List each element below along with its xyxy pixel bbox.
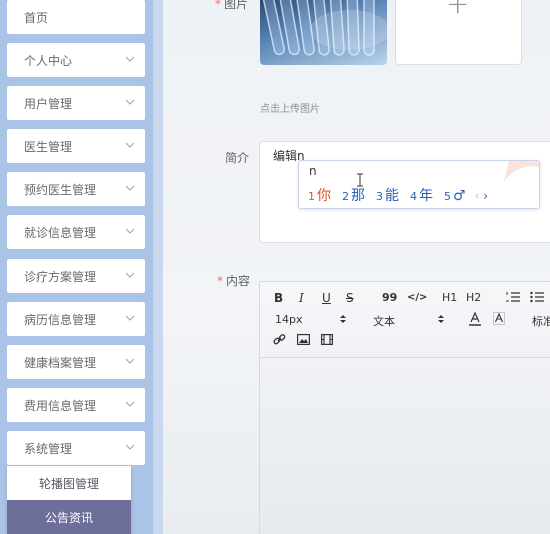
editor-toolbar: B I U S 99 </> H1 H2 14px 文本 标准: [260, 282, 550, 358]
ime-candidate-text: 那: [351, 188, 365, 204]
content-label: * 内容: [217, 272, 250, 289]
ime-page-nav[interactable]: ‹ ›: [475, 189, 488, 203]
image-label: * 图片: [215, 0, 248, 12]
ime-candidate-num: 1: [308, 190, 315, 203]
font-type-select[interactable]: 文本: [373, 313, 395, 329]
image-icon[interactable]: [297, 334, 310, 345]
system-submenu: 轮播图管理 公告资讯: [7, 466, 131, 534]
chevron-down-icon: [125, 272, 135, 278]
sidebar-item-appointments[interactable]: 预约医生管理: [7, 172, 145, 206]
ime-candidate-3[interactable]: 3能: [376, 185, 399, 205]
sidebar-item-doctors[interactable]: 医生管理: [7, 129, 145, 163]
chevron-down-icon: [125, 142, 135, 148]
sidebar-item-treatment-plans[interactable]: 诊疗方案管理: [7, 259, 145, 293]
sidebar-item-label: 个人中心: [24, 53, 73, 68]
chevron-down-icon: [125, 315, 135, 321]
sidebar: 首页 个人中心 用户管理 医生管理 预约医生管理 就诊信息管理 诊疗方案管理 病…: [0, 0, 153, 534]
ime-candidate-2[interactable]: 2那: [342, 185, 365, 205]
text-cursor-icon: [357, 173, 363, 187]
ordered-list-icon[interactable]: [506, 291, 520, 303]
sidebar-item-health-files[interactable]: 健康档案管理: [7, 345, 145, 379]
video-icon[interactable]: [321, 334, 333, 345]
sidebar-item-users[interactable]: 用户管理: [7, 86, 145, 120]
sidebar-edge: [153, 0, 163, 534]
uploaded-image[interactable]: [260, 0, 387, 65]
strikethrough-button[interactable]: S: [346, 291, 354, 305]
ime-skin-decoration: [504, 161, 539, 181]
sidebar-item-personal-center[interactable]: 个人中心: [7, 43, 145, 77]
bullet-list-icon[interactable]: [530, 291, 544, 303]
ime-composition: n: [309, 164, 317, 178]
sidebar-item-label: 病历信息管理: [24, 312, 97, 327]
sidebar-item-home[interactable]: 首页: [7, 0, 145, 34]
sidebar-item-label: 健康档案管理: [24, 355, 97, 370]
bold-button[interactable]: B: [274, 291, 283, 305]
rich-text-editor[interactable]: B I U S 99 </> H1 H2 14px 文本 标准: [259, 281, 550, 534]
ime-candidate-1[interactable]: 1你: [308, 185, 331, 205]
sidebar-item-visits[interactable]: 就诊信息管理: [7, 215, 145, 249]
font-color-icon[interactable]: [469, 312, 481, 326]
chevron-down-icon: [125, 56, 135, 62]
plus-icon: +: [446, 0, 470, 20]
chevron-down-icon: [125, 444, 135, 450]
background-color-icon[interactable]: [493, 312, 505, 325]
intro-label: 简介: [225, 151, 250, 165]
ime-prev-icon[interactable]: ‹: [475, 189, 480, 203]
chevron-down-icon: [125, 228, 135, 234]
ime-candidate-num: 5: [444, 190, 451, 203]
test-tubes-image: [261, 0, 387, 56]
ime-next-icon[interactable]: ›: [483, 189, 488, 203]
sidebar-item-label: 用户管理: [24, 96, 73, 111]
ime-candidate-text: 能: [385, 188, 399, 204]
chevron-down-icon: [125, 185, 135, 191]
submenu-item-announcements[interactable]: 公告资讯: [7, 500, 131, 534]
sidebar-item-label: 首页: [24, 10, 49, 25]
ime-candidate-5[interactable]: 5 ♂: [444, 188, 466, 204]
ime-candidate-window: n 1你 2那 3能 4年 5 ♂ ‹ ›: [298, 160, 540, 209]
heading-select[interactable]: 标准: [532, 313, 550, 329]
sidebar-item-label: 诊疗方案管理: [24, 269, 97, 284]
upload-hint: 点击上传图片: [260, 104, 320, 115]
blockquote-button[interactable]: 99: [382, 291, 397, 304]
h1-button[interactable]: H1: [442, 291, 457, 304]
h2-button[interactable]: H2: [466, 291, 481, 304]
sidebar-item-medical-records[interactable]: 病历信息管理: [7, 302, 145, 336]
sidebar-item-label: 就诊信息管理: [24, 225, 97, 240]
submenu-item-carousel[interactable]: 轮播图管理: [7, 466, 131, 500]
chevron-down-icon: [125, 99, 135, 105]
ime-candidate-text: 年: [419, 188, 433, 204]
select-arrows-icon: [438, 315, 444, 323]
ime-candidate-num: 4: [410, 190, 417, 203]
chevron-down-icon: [125, 401, 135, 407]
code-button[interactable]: </>: [407, 292, 427, 303]
ime-candidates: 1你 2那 3能 4年 5 ♂ ‹ ›: [308, 185, 488, 205]
content-label-text: 内容: [226, 274, 251, 288]
font-size-select[interactable]: 14px: [275, 313, 303, 326]
ime-candidate-text: 你: [317, 188, 331, 204]
image-label-text: 图片: [224, 0, 249, 11]
italic-button[interactable]: I: [299, 291, 304, 305]
link-icon[interactable]: [273, 333, 286, 346]
underline-button[interactable]: U: [322, 291, 331, 305]
sidebar-item-label: 费用信息管理: [24, 398, 97, 413]
sidebar-item-label: 医生管理: [24, 139, 73, 154]
ime-candidate-4[interactable]: 4年: [410, 185, 433, 205]
ime-candidate-num: 3: [376, 190, 383, 203]
sidebar-item-label: 预约医生管理: [24, 182, 97, 197]
sidebar-item-label: 系统管理: [24, 441, 73, 456]
sidebar-item-system[interactable]: 系统管理: [7, 431, 145, 465]
sidebar-item-fees[interactable]: 费用信息管理: [7, 388, 145, 422]
ime-candidate-num: 2: [342, 190, 349, 203]
required-mark: *: [215, 0, 221, 11]
select-arrows-icon: [340, 315, 346, 323]
required-mark: *: [217, 274, 223, 288]
upload-image-button[interactable]: +: [395, 0, 522, 65]
ime-candidate-text: ♂: [453, 188, 466, 204]
chevron-down-icon: [125, 358, 135, 364]
